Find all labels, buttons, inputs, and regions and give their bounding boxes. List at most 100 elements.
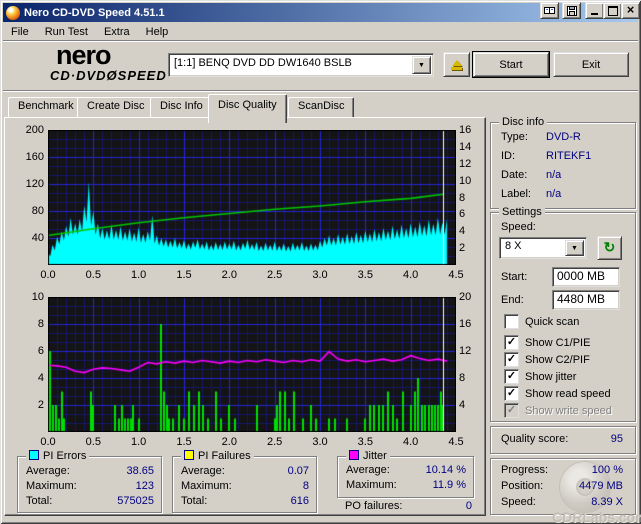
axis-tick-label: 4.0 bbox=[403, 436, 419, 448]
axis-tick-label: 20 bbox=[459, 291, 472, 303]
axis-tick-label: 4 bbox=[37, 372, 44, 384]
menu-help[interactable]: Help bbox=[138, 24, 177, 40]
axis-tick-label: 2.5 bbox=[267, 269, 283, 281]
close-button[interactable]: × bbox=[621, 2, 640, 19]
axis-tick-label: 4.5 bbox=[448, 436, 464, 448]
stat-label: Total: bbox=[181, 495, 208, 507]
stat-value: 10.14 % bbox=[425, 464, 466, 476]
start-position-label: Start: bbox=[501, 271, 528, 283]
axis-tick-label: 10 bbox=[31, 291, 44, 303]
tab-disc-quality[interactable]: Disc Quality bbox=[208, 94, 287, 123]
stat-value: 0.07 bbox=[287, 465, 309, 477]
pi-failures-jitter-chart bbox=[48, 297, 456, 432]
start-position-input[interactable]: 0000 MB bbox=[552, 267, 620, 287]
menu-extra[interactable]: Extra bbox=[96, 24, 138, 40]
stat-value: 8 bbox=[302, 480, 309, 492]
disc-id-value: RITEKF1 bbox=[546, 150, 592, 162]
disc-info-panel: Disc info Type: DVD-R ID: RITEKF1 Date: … bbox=[490, 116, 636, 209]
jitter-legend-icon bbox=[349, 450, 359, 460]
axis-tick-label: 0.0 bbox=[40, 436, 56, 448]
axis-tick-label: 2.5 bbox=[267, 436, 283, 448]
compare-button[interactable] bbox=[540, 2, 559, 19]
axis-tick-label: 4 bbox=[459, 399, 466, 411]
pi-errors-panel: PI Errors Average: 38.65 Maximum: 123 Tota… bbox=[17, 450, 162, 513]
axis-tick-label: 14 bbox=[459, 140, 472, 153]
checkbox-show-jitter[interactable]: ✓ Show jitter bbox=[504, 369, 576, 384]
pi-errors-title: PI Errors bbox=[43, 450, 87, 462]
save-button[interactable] bbox=[562, 2, 581, 19]
refresh-speed-button[interactable]: ↻ bbox=[597, 236, 622, 260]
po-failures-label: PO failures: bbox=[345, 500, 403, 512]
progress-value: 100 % bbox=[591, 464, 623, 476]
chevron-down-icon[interactable]: ▼ bbox=[412, 56, 431, 74]
speed-readout-label: Speed: bbox=[501, 496, 536, 508]
position-value: 4479 MB bbox=[578, 480, 623, 492]
axis-tick-label: 120 bbox=[25, 178, 44, 190]
app-icon bbox=[6, 5, 20, 20]
eject-icon-bar bbox=[451, 66, 462, 70]
quality-score-value: 95 bbox=[610, 433, 623, 445]
chevron-down-icon[interactable]: ▼ bbox=[565, 240, 584, 256]
axis-tick-label: 8 bbox=[459, 191, 466, 204]
axis-tick-label: 6 bbox=[459, 208, 466, 221]
progress-label: Progress: bbox=[501, 464, 549, 476]
drive-select[interactable]: [1:1] BENQ DVD DD DW1640 BSLB ▼ bbox=[168, 53, 434, 77]
disc-type-label: Type: bbox=[501, 131, 528, 143]
axis-tick-label: 80 bbox=[31, 205, 44, 217]
axis-tick-label: 0.5 bbox=[85, 436, 101, 448]
disc-label-value: n/a bbox=[546, 188, 562, 200]
axis-tick-label: 200 bbox=[25, 124, 44, 136]
header-separator bbox=[3, 90, 638, 92]
speed-select[interactable]: 8 X ▼ bbox=[499, 237, 587, 259]
maximize-button[interactable] bbox=[603, 2, 622, 19]
checkbox-show-write-speed: ✓ Show write speed bbox=[504, 403, 612, 418]
axis-tick-label: 4 bbox=[459, 225, 466, 238]
stat-label: Average: bbox=[26, 465, 70, 477]
quality-score-panel: Quality score: 95 bbox=[490, 426, 636, 454]
exit-button[interactable]: Exit bbox=[553, 52, 629, 77]
axis-tick-label: 6 bbox=[37, 345, 44, 357]
minimize-button[interactable] bbox=[585, 2, 604, 19]
speed-label: Speed: bbox=[501, 221, 536, 233]
menu-run-test[interactable]: Run Test bbox=[37, 24, 96, 40]
axis-tick-label: 1.5 bbox=[176, 269, 192, 281]
axis-tick-label: 2 bbox=[37, 399, 44, 411]
end-position-input[interactable]: 4480 MB bbox=[552, 290, 620, 310]
stat-label: Average: bbox=[346, 464, 390, 476]
floppy-save-icon bbox=[566, 5, 577, 16]
close-icon: × bbox=[626, 1, 635, 17]
axis-tick-label: 16 bbox=[459, 124, 472, 136]
stat-value: 123 bbox=[135, 480, 154, 492]
axis-tick-label: 2.0 bbox=[221, 269, 237, 281]
checkbox-show-c2-pif[interactable]: ✓ Show C2/PIF bbox=[504, 352, 590, 367]
start-button[interactable]: Start bbox=[473, 52, 549, 77]
stat-value: 11.9 % bbox=[432, 479, 466, 491]
eject-button[interactable] bbox=[443, 52, 470, 77]
cdspeed-logo: CD·DVDØSPEED bbox=[50, 68, 167, 83]
checkbox-quick-scan[interactable]: ✓ Quick scan bbox=[504, 314, 579, 329]
checkbox-icon: ✓ bbox=[504, 369, 519, 384]
axis-tick-label: 3.0 bbox=[312, 269, 328, 281]
stat-value: 575025 bbox=[117, 495, 154, 507]
eject-icon bbox=[451, 59, 462, 66]
axis-tick-label: 8 bbox=[37, 318, 44, 330]
checkbox-show-c1-pie[interactable]: ✓ Show C1/PIE bbox=[504, 335, 590, 350]
disc-date-label: Date: bbox=[501, 169, 528, 181]
axis-tick-label: 1.0 bbox=[131, 269, 147, 281]
settings-title: Settings bbox=[499, 206, 545, 218]
checkbox-show-read-speed[interactable]: ✓ Show read speed bbox=[504, 386, 611, 401]
stat-label: Maximum: bbox=[26, 480, 77, 492]
pi-failures-panel: PI Failures Average: 0.07 Maximum: 8 Total… bbox=[172, 450, 317, 513]
progress-panel: Progress: 100 % Position: 4479 MB Speed:… bbox=[490, 458, 636, 515]
axis-tick-label: 16 bbox=[459, 318, 472, 330]
stat-label: Total: bbox=[26, 495, 53, 507]
speed-readout-value: 8.39 X bbox=[591, 496, 623, 508]
axis-tick-label: 3.0 bbox=[312, 436, 328, 448]
axis-tick-label: 10 bbox=[459, 174, 472, 187]
settings-panel: Settings Speed: 8 X ▼ ↻ Start: 0000 MB E… bbox=[490, 206, 636, 422]
speed-select-value: 8 X bbox=[505, 240, 522, 252]
checkbox-icon: ✓ bbox=[504, 403, 519, 418]
disc-info-title: Disc info bbox=[499, 116, 548, 128]
window-title: Nero CD-DVD Speed 4.51.1 bbox=[24, 6, 165, 19]
menu-file[interactable]: File bbox=[3, 24, 37, 40]
